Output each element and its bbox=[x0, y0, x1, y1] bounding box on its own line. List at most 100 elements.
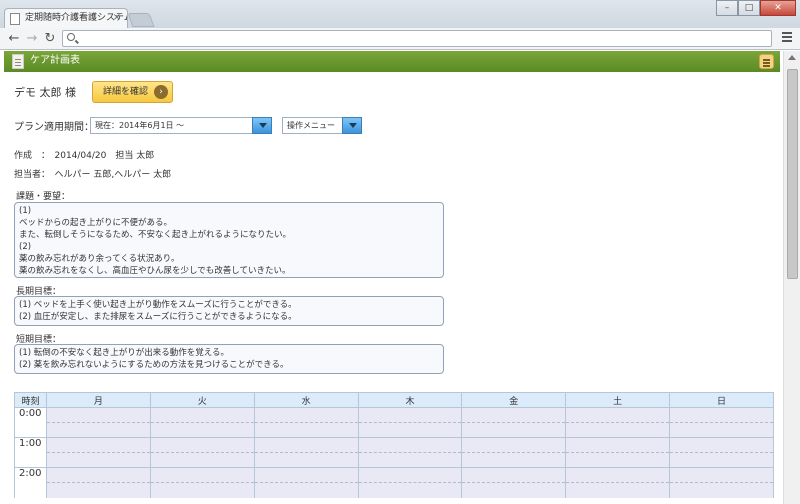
day-header: 月 bbox=[46, 392, 151, 408]
browser-toolbar: ← → ↻ bbox=[0, 28, 800, 50]
schedule-row bbox=[15, 482, 774, 498]
app-header: ケア計画表 bbox=[4, 51, 780, 72]
short-term-line: (1) 転倒の不安なく起き上がりが出来る動作を覚える。 bbox=[19, 348, 229, 358]
schedule-cell[interactable] bbox=[565, 407, 671, 423]
long-term-line: (2) 血圧が安定し、また排尿をスムーズに行うことができるようになる。 bbox=[19, 312, 297, 322]
arrow-right-icon: › bbox=[154, 85, 168, 99]
address-bar[interactable] bbox=[62, 30, 772, 47]
schedule-cell[interactable] bbox=[46, 437, 151, 453]
schedule-row: 0:00 bbox=[14, 407, 774, 438]
tab-close-icon[interactable]: × bbox=[113, 9, 121, 27]
day-header: 日 bbox=[669, 392, 774, 408]
schedule-cell[interactable] bbox=[46, 482, 151, 498]
chevron-down-icon[interactable] bbox=[342, 117, 362, 134]
day-header: 木 bbox=[357, 392, 463, 408]
schedule-cell[interactable] bbox=[46, 407, 151, 423]
schedule-cell[interactable] bbox=[357, 437, 463, 453]
detail-button-label: 詳細を確認 bbox=[103, 87, 149, 97]
schedule-cell[interactable] bbox=[149, 452, 255, 468]
issues-line: (1) bbox=[19, 206, 32, 216]
schedule-cell[interactable] bbox=[253, 437, 359, 453]
schedule-cell[interactable] bbox=[669, 467, 774, 483]
schedule-row: 1:00 bbox=[14, 437, 774, 468]
schedule-cell[interactable] bbox=[565, 422, 671, 438]
long-term-box: (1) ベッドを上手く使い起き上がり動作をスムーズに行うことができる。 (2) … bbox=[14, 296, 444, 326]
schedule-cell[interactable] bbox=[357, 482, 463, 498]
scroll-thumb[interactable] bbox=[787, 69, 798, 279]
schedule-cell[interactable] bbox=[669, 407, 774, 423]
schedule-cell[interactable] bbox=[461, 467, 567, 483]
schedule-cell[interactable] bbox=[565, 467, 671, 483]
schedule-cell[interactable] bbox=[253, 422, 359, 438]
back-arrow-icon[interactable]: ← bbox=[6, 31, 22, 47]
day-header: 土 bbox=[565, 392, 671, 408]
schedule-cell[interactable] bbox=[149, 407, 255, 423]
day-header: 水 bbox=[253, 392, 359, 408]
schedule-cell[interactable] bbox=[357, 452, 463, 468]
menu-icon[interactable] bbox=[759, 54, 774, 69]
search-icon bbox=[67, 33, 75, 41]
schedule-cell[interactable] bbox=[669, 422, 774, 438]
schedule-cell[interactable] bbox=[461, 482, 567, 498]
chevron-down-icon[interactable] bbox=[252, 117, 272, 134]
schedule-cell[interactable] bbox=[461, 407, 567, 423]
issues-line: 薬の飲み忘れをなくし、高血圧やひん尿を少しでも改善していきたい。 bbox=[19, 266, 291, 276]
schedule-cell[interactable] bbox=[565, 452, 671, 468]
created-info: 作成 ： 2014/04/20 担当 太郎 bbox=[14, 151, 155, 161]
schedule-cell[interactable] bbox=[669, 452, 774, 468]
plan-period-select[interactable]: 現在：2014年6月1日 ～ bbox=[90, 117, 272, 134]
schedule-cell[interactable] bbox=[253, 407, 359, 423]
schedule-cell[interactable] bbox=[461, 422, 567, 438]
operation-menu-value: 操作メニュー bbox=[287, 121, 335, 130]
schedule-header-row: 時刻 月 火 水 木 金 土 日 bbox=[14, 392, 774, 408]
scroll-up-icon[interactable] bbox=[788, 55, 796, 60]
time-label: 1:00 bbox=[14, 437, 47, 468]
staff-info: 担当者： ヘルパー 五郎,ヘルパー 太郎 bbox=[14, 170, 172, 180]
schedule-cell[interactable] bbox=[565, 437, 671, 453]
schedule-cell[interactable] bbox=[46, 452, 151, 468]
schedule-cell[interactable] bbox=[253, 482, 359, 498]
schedule-cell[interactable] bbox=[46, 422, 151, 438]
short-term-box: (1) 転倒の不安なく起き上がりが出来る動作を覚える。 (2) 薬を飲み忘れない… bbox=[14, 344, 444, 374]
browser-titlebar: 定期随時介護看護システム × – □ ✕ bbox=[0, 0, 800, 28]
detail-button[interactable]: 詳細を確認 › bbox=[92, 81, 173, 103]
reload-icon[interactable]: ↻ bbox=[42, 31, 58, 47]
schedule-cell[interactable] bbox=[149, 482, 255, 498]
document-icon bbox=[12, 54, 24, 69]
schedule-cell[interactable] bbox=[357, 467, 463, 483]
schedule-cell[interactable] bbox=[253, 467, 359, 483]
time-label: 2:00 bbox=[14, 467, 47, 498]
schedule-cell[interactable] bbox=[461, 437, 567, 453]
schedule-cell[interactable] bbox=[253, 452, 359, 468]
patient-name: デモ 太郎 様 bbox=[14, 86, 76, 99]
time-label: 0:00 bbox=[14, 407, 47, 438]
schedule-cell[interactable] bbox=[149, 422, 255, 438]
issues-label: 課題・要望： bbox=[16, 192, 71, 202]
browser-tab[interactable]: 定期随時介護看護システム × bbox=[4, 8, 128, 28]
schedule-cell[interactable] bbox=[357, 407, 463, 423]
schedule-cell[interactable] bbox=[669, 437, 774, 453]
schedule-cell[interactable] bbox=[669, 482, 774, 498]
close-window-icon[interactable]: ✕ bbox=[760, 0, 796, 16]
day-header: 火 bbox=[149, 392, 255, 408]
issues-box: (1) ベッドからの起き上がりに不便がある。 また、転倒しそうになるため、不安な… bbox=[14, 202, 444, 278]
maximize-icon[interactable]: □ bbox=[738, 0, 760, 16]
operation-menu-select[interactable]: 操作メニュー bbox=[282, 117, 362, 134]
schedule-cell[interactable] bbox=[149, 467, 255, 483]
schedule-cell[interactable] bbox=[46, 467, 151, 483]
schedule-cell[interactable] bbox=[565, 482, 671, 498]
minimize-icon[interactable]: – bbox=[716, 0, 738, 16]
browser-menu-icon[interactable] bbox=[782, 32, 792, 44]
issues-line: ベッドからの起き上がりに不便がある。 bbox=[19, 218, 173, 228]
forward-arrow-icon[interactable]: → bbox=[24, 31, 40, 47]
vertical-scrollbar[interactable] bbox=[783, 51, 800, 504]
day-header: 金 bbox=[461, 392, 567, 408]
schedule-cell[interactable] bbox=[461, 452, 567, 468]
page-icon bbox=[10, 13, 20, 25]
time-column-header: 時刻 bbox=[14, 392, 47, 408]
schedule-cell[interactable] bbox=[357, 422, 463, 438]
issues-line: また、転倒しそうになるため、不安なく起き上がれるようになりたい。 bbox=[19, 230, 292, 240]
new-tab-button[interactable] bbox=[127, 13, 155, 27]
schedule-row bbox=[15, 422, 774, 438]
schedule-cell[interactable] bbox=[149, 437, 255, 453]
